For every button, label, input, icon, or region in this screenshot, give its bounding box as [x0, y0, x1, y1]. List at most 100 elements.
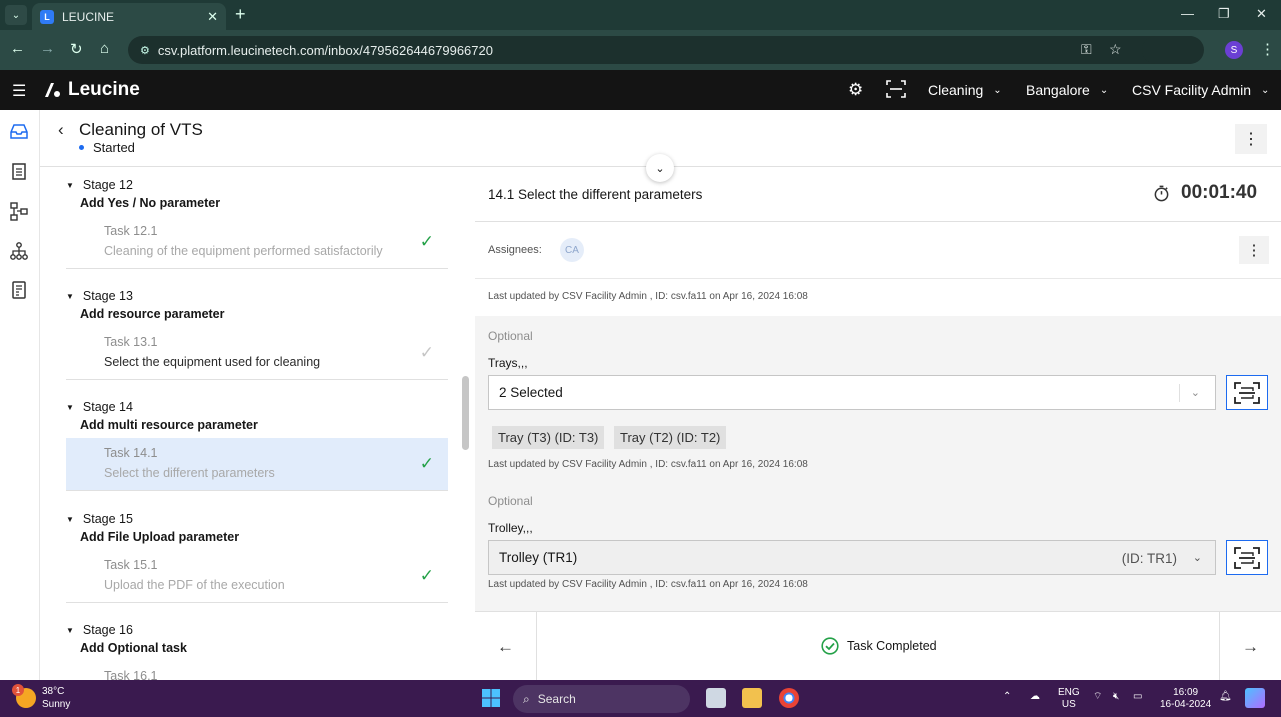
- caret-down-icon[interactable]: ▼: [66, 181, 74, 190]
- weather-condition: Sunny: [42, 699, 71, 710]
- site-info-icon[interactable]: ⚙: [140, 44, 150, 57]
- selected-tray-chip[interactable]: Tray (T3) (ID: T3): [492, 426, 605, 449]
- stage-name: Add Yes / No parameter: [80, 196, 221, 210]
- bookmark-star-icon[interactable]: ☆: [1109, 41, 1122, 58]
- qr-scan-icon[interactable]: [886, 80, 906, 98]
- password-key-icon[interactable]: ⚿: [1081, 41, 1092, 58]
- onedrive-cloud-icon[interactable]: ☁: [1030, 691, 1040, 703]
- trolley-select-value: Trolley (TR1): [499, 550, 578, 565]
- back-arrow-icon[interactable]: ←: [10, 40, 25, 57]
- os-taskbar: 1 38°C Sunny ⌕ Search ⌃ ☁ ENG US ⌔ 🔇︎ ▭ …: [0, 680, 1281, 717]
- caret-down-icon[interactable]: ▼: [66, 626, 74, 635]
- checklist-icon[interactable]: [9, 161, 29, 181]
- maximize-button[interactable]: ❐: [1218, 6, 1230, 22]
- search-placeholder: Search: [537, 692, 576, 706]
- wifi-icon[interactable]: ⌔: [1093, 691, 1102, 703]
- profile-avatar[interactable]: S: [1225, 41, 1243, 59]
- language-indicator[interactable]: ENG US: [1058, 687, 1080, 711]
- ontology-icon[interactable]: [9, 280, 29, 300]
- stage-name: Add multi resource parameter: [80, 418, 258, 432]
- qr-scan-icon: [1234, 381, 1260, 404]
- use-case-dropdown[interactable]: Cleaning ⌄: [928, 82, 1002, 98]
- user-menu-dropdown[interactable]: CSV Facility Admin ⌄: [1132, 82, 1269, 98]
- task-view-icon[interactable]: [706, 688, 726, 708]
- task-item[interactable]: Task 13.1 Select the equipment used for …: [66, 327, 448, 380]
- weather-widget[interactable]: 1 38°C Sunny: [12, 684, 71, 711]
- optional-tag: Optional: [488, 329, 533, 343]
- file-explorer-icon[interactable]: [742, 688, 762, 708]
- browser-tab[interactable]: L LEUCINE ✕: [32, 3, 226, 30]
- clock[interactable]: 16:09 16-04-2024: [1160, 687, 1211, 711]
- user-name-label: CSV Facility Admin: [1132, 82, 1252, 98]
- task-completed-label: Task Completed: [847, 639, 937, 653]
- close-window-button[interactable]: ✕: [1256, 6, 1267, 22]
- caret-down-icon[interactable]: ▼: [66, 515, 74, 524]
- forward-arrow-icon[interactable]: →: [40, 40, 55, 57]
- home-icon[interactable]: ⌂: [100, 40, 109, 57]
- trays-multiselect[interactable]: 2 Selected ⌄: [488, 375, 1216, 410]
- facility-dropdown[interactable]: Bangalore ⌄: [1026, 82, 1108, 98]
- collapse-header-chevron-icon[interactable]: ⌄: [646, 154, 674, 182]
- task-more-options-icon[interactable]: ⋮: [1239, 236, 1269, 264]
- language-code: ENG: [1058, 687, 1080, 698]
- address-bar[interactable]: ⚙ csv.platform.leucinetech.com/inbox/479…: [128, 36, 1203, 64]
- close-tab-icon[interactable]: ✕: [207, 9, 218, 25]
- windows-start-icon[interactable]: [481, 688, 501, 708]
- task-item-selected[interactable]: Task 14.1 Select the different parameter…: [66, 438, 448, 491]
- scan-trays-button[interactable]: [1226, 375, 1268, 410]
- chrome-browser-icon[interactable]: [779, 688, 799, 708]
- process-flow-icon[interactable]: [9, 201, 29, 221]
- inbox-icon[interactable]: [9, 121, 29, 141]
- tab-search-button[interactable]: ⌄: [5, 5, 27, 25]
- show-hidden-icons-chevron-icon[interactable]: ⌃: [1003, 691, 1011, 703]
- stage-name: Add Optional task: [80, 641, 187, 655]
- caret-down-icon[interactable]: ▼: [66, 292, 74, 301]
- clock-date: 16-04-2024: [1160, 699, 1212, 710]
- stage-item[interactable]: ▼ Stage 14 Add multi resource parameter T…: [66, 400, 448, 491]
- brand-logo[interactable]: Leucine: [42, 79, 140, 101]
- app-navbar: ☰ Leucine ⚙ Cleaning ⌄ Bangalore ⌄ CSV Fac…: [0, 70, 1281, 110]
- stage-item[interactable]: ▼ Stage 15 Add File Upload parameter Task…: [66, 512, 448, 603]
- back-chevron-icon[interactable]: ‹: [58, 120, 64, 140]
- task-item[interactable]: Task 12.1 Cleaning of the equipment perf…: [66, 216, 448, 269]
- task-last-updated: Last updated by CSV Facility Admin , ID:…: [488, 291, 808, 302]
- chrome-menu-icon[interactable]: ⋮: [1260, 40, 1275, 58]
- assignee-avatar[interactable]: CA: [560, 238, 584, 262]
- taskbar-search[interactable]: ⌕ Search: [513, 685, 690, 713]
- next-task-arrow-icon[interactable]: →: [1219, 612, 1281, 681]
- task-item[interactable]: Task 16.1: [66, 661, 448, 680]
- stage-list-scrollbar[interactable]: [462, 376, 469, 450]
- job-status: Started: [79, 140, 135, 155]
- selected-tray-chip[interactable]: Tray (T2) (ID: T2): [614, 426, 727, 449]
- reload-icon[interactable]: ↻: [70, 40, 83, 58]
- minimize-button[interactable]: —: [1181, 6, 1194, 21]
- scan-trolley-button[interactable]: [1226, 540, 1268, 575]
- tab-title: LEUCINE: [62, 9, 115, 24]
- check-circle-icon: [821, 637, 839, 655]
- task-number: Task 14.1: [104, 446, 158, 460]
- trolley-select[interactable]: Trolley (TR1) (ID: TR1) ⌄: [488, 540, 1216, 575]
- task-item[interactable]: Task 15.1 Upload the PDF of the executio…: [66, 550, 448, 603]
- settings-gear-icon[interactable]: ⚙: [848, 80, 863, 100]
- chevron-down-icon[interactable]: ⌄: [1193, 551, 1202, 564]
- previous-task-arrow-icon[interactable]: ←: [475, 612, 537, 681]
- speaker-muted-icon[interactable]: 🔇︎: [1113, 691, 1119, 703]
- new-tab-button[interactable]: +: [235, 4, 246, 25]
- task-number: Task 13.1: [104, 335, 158, 349]
- hamburger-menu-icon[interactable]: ☰: [12, 81, 26, 101]
- stage-item[interactable]: ▼ Stage 16 Add Optional task Task 16.1: [66, 623, 448, 680]
- chevron-down-icon[interactable]: ⌄: [1191, 386, 1200, 399]
- notification-bell-icon[interactable]: 🔔︎: [1219, 691, 1232, 703]
- optional-tag: Optional: [488, 494, 533, 508]
- keyboard-region: US: [1061, 699, 1076, 710]
- clock-time: 16:09: [1173, 687, 1199, 698]
- caret-down-icon[interactable]: ▼: [66, 403, 74, 412]
- task-completed-status: Task Completed: [821, 637, 937, 655]
- battery-icon[interactable]: ▭: [1133, 691, 1142, 703]
- stage-item[interactable]: ▼ Stage 13 Add resource parameter Task 13…: [66, 289, 448, 380]
- extensions-group[interactable]: [1142, 36, 1204, 64]
- stage-item[interactable]: ▼ Stage 12 Add Yes / No parameter Task 12…: [66, 178, 448, 269]
- copilot-icon[interactable]: [1245, 688, 1265, 708]
- hierarchy-icon[interactable]: [9, 241, 29, 261]
- job-more-options-icon[interactable]: ⋮: [1235, 124, 1267, 154]
